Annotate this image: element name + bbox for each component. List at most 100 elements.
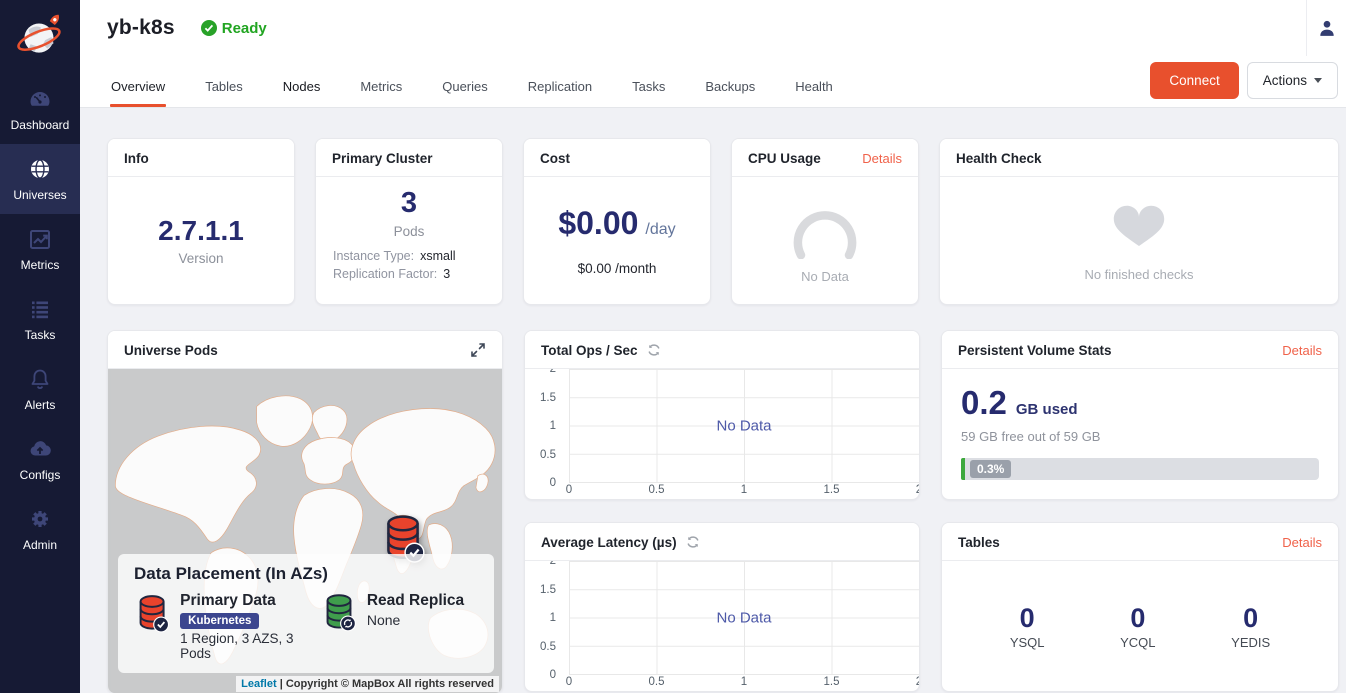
x-tick: 1.5	[824, 676, 840, 688]
sidebar-item-configs[interactable]: Configs	[0, 424, 80, 494]
y-tick: 0	[550, 477, 556, 489]
pods-label: Pods	[394, 224, 425, 239]
tab-overview[interactable]: Overview	[110, 69, 166, 107]
tables-details-link[interactable]: Details	[1282, 535, 1322, 550]
ycql-label: YCQL	[1120, 635, 1155, 650]
card-title: Universe Pods	[124, 343, 218, 358]
sidebar-item-metrics[interactable]: Metrics	[0, 214, 80, 284]
y-tick: 0	[550, 669, 556, 681]
card-title: Tables	[958, 535, 1000, 550]
y-tick: 1	[550, 420, 556, 432]
leaflet-link[interactable]: Leaflet	[241, 678, 276, 690]
sidebar-item-alerts[interactable]: Alerts	[0, 354, 80, 424]
tab-health[interactable]: Health	[794, 69, 834, 107]
planet-rocket-logo-icon	[15, 12, 65, 62]
universe-tabs: Overview Tables Nodes Metrics Queries Re…	[110, 69, 1150, 107]
x-tick: 1	[741, 484, 747, 496]
tab-metrics[interactable]: Metrics	[359, 69, 403, 107]
read-replica-legend-item: Read Replica None	[321, 592, 464, 661]
cpu-no-data-text: No Data	[801, 269, 849, 284]
connect-button[interactable]: Connect	[1150, 62, 1238, 99]
sidebar-item-dashboard[interactable]: Dashboard	[0, 74, 80, 144]
expand-icon[interactable]	[470, 342, 486, 358]
total-ops-chart: 2 1.5 1 0.5 0 No Data 0 0.5 1	[525, 369, 919, 499]
no-data-label: No Data	[716, 417, 771, 434]
pv-used-value: 0.2	[961, 384, 1007, 422]
sidebar-item-label: Tasks	[25, 328, 56, 342]
main-area: yb-k8s Ready Overview	[80, 0, 1346, 693]
x-tick: 1	[741, 676, 747, 688]
legend-title: Data Placement (In AZs)	[134, 564, 480, 584]
x-tick: 2	[916, 676, 919, 688]
total-ops-chart-card: Total Ops / Sec 2 1.5 1 0.5 0	[524, 330, 920, 500]
sidebar-item-label: Configs	[20, 468, 61, 482]
map-attribution: Leaflet | Copyright © MapBox All rights …	[236, 676, 499, 692]
y-tick: 1	[550, 612, 556, 624]
tab-tables[interactable]: Tables	[204, 69, 244, 107]
primary-data-db-icon	[134, 592, 170, 634]
version-value: 2.7.1.1	[158, 215, 244, 247]
y-tick: 0.5	[540, 449, 556, 461]
sidebar-item-label: Alerts	[25, 398, 56, 412]
tab-backups[interactable]: Backups	[704, 69, 756, 107]
persistent-volume-card: Persistent Volume Stats Details 0.2 GB u…	[941, 330, 1339, 500]
actions-label: Actions	[1263, 73, 1307, 88]
card-title: Info	[124, 151, 149, 166]
pv-details-link[interactable]: Details	[1282, 343, 1322, 358]
actions-dropdown-button[interactable]: Actions	[1247, 62, 1338, 99]
sidebar-item-label: Admin	[23, 538, 57, 552]
pv-usage-fill	[961, 458, 965, 480]
sidebar-item-label: Dashboard	[11, 118, 70, 132]
pv-free-text: 59 GB free out of 59 GB	[961, 429, 1319, 444]
refresh-icon[interactable]	[686, 535, 700, 549]
card-title: Persistent Volume Stats	[958, 343, 1112, 358]
ready-check-icon	[201, 20, 217, 36]
overview-content: Info 2.7.1.1 Version Primary Cluster 3 P…	[80, 108, 1346, 693]
cpu-details-link[interactable]: Details	[862, 151, 902, 166]
primary-data-legend-item: Primary Data Kubernetes 1 Region, 3 AZS,…	[134, 592, 321, 661]
card-title: Cost	[540, 151, 570, 166]
card-title: Health Check	[956, 151, 1042, 166]
ysql-label: YSQL	[1010, 635, 1045, 650]
chevron-down-icon	[1314, 78, 1322, 83]
x-tick: 0.5	[649, 484, 665, 496]
yedis-label: YEDIS	[1231, 635, 1270, 650]
sidebar-item-label: Metrics	[21, 258, 60, 272]
card-title: Primary Cluster	[332, 151, 433, 166]
chart-title: Total Ops / Sec	[541, 343, 638, 358]
tab-replication[interactable]: Replication	[527, 69, 593, 107]
cost-per-day-value: $0.00	[558, 205, 638, 242]
read-replica-db-icon	[321, 592, 357, 632]
cost-per-day-unit: /day	[645, 221, 675, 239]
x-tick: 0.5	[649, 676, 665, 688]
tab-queries[interactable]: Queries	[441, 69, 489, 107]
ycql-table-count: 0 YCQL	[1120, 603, 1155, 650]
pods-count: 3	[401, 187, 417, 220]
cost-card: Cost $0.00 /day $0.00 /month	[523, 138, 711, 305]
user-menu[interactable]	[1306, 0, 1346, 56]
sidebar-item-universes[interactable]: Universes	[0, 144, 80, 214]
world-map[interactable]: Data Placement (In AZs)	[108, 369, 502, 693]
tab-nodes[interactable]: Nodes	[282, 69, 322, 107]
read-replica-label: Read Replica	[367, 592, 464, 610]
yugabyte-logo[interactable]	[0, 0, 80, 74]
sidebar-item-admin[interactable]: Admin	[0, 494, 80, 564]
sidebar-item-tasks[interactable]: Tasks	[0, 284, 80, 354]
y-tick: 1.5	[540, 584, 556, 596]
pv-percent-badge: 0.3%	[970, 460, 1011, 478]
data-placement-legend: Data Placement (In AZs)	[118, 554, 494, 673]
y-tick: 1.5	[540, 392, 556, 404]
tasks-list-icon	[28, 297, 52, 321]
chart-title: Average Latency (µs)	[541, 535, 677, 550]
primary-cluster-card: Primary Cluster 3 Pods Instance Type:xsm…	[315, 138, 503, 305]
map-copyright-text: | Copyright © MapBox All rights reserved	[280, 678, 494, 690]
yedis-table-count: 0 YEDIS	[1231, 603, 1270, 650]
refresh-icon[interactable]	[647, 343, 661, 357]
yedis-count: 0	[1231, 603, 1270, 634]
tab-tasks[interactable]: Tasks	[631, 69, 666, 107]
universe-name: yb-k8s	[107, 16, 175, 40]
plot-area: No Data	[569, 369, 919, 483]
cpu-usage-card: CPU Usage Details No Data	[731, 138, 919, 305]
instance-type-label: Instance Type:	[333, 249, 414, 263]
heart-icon	[1106, 199, 1172, 257]
